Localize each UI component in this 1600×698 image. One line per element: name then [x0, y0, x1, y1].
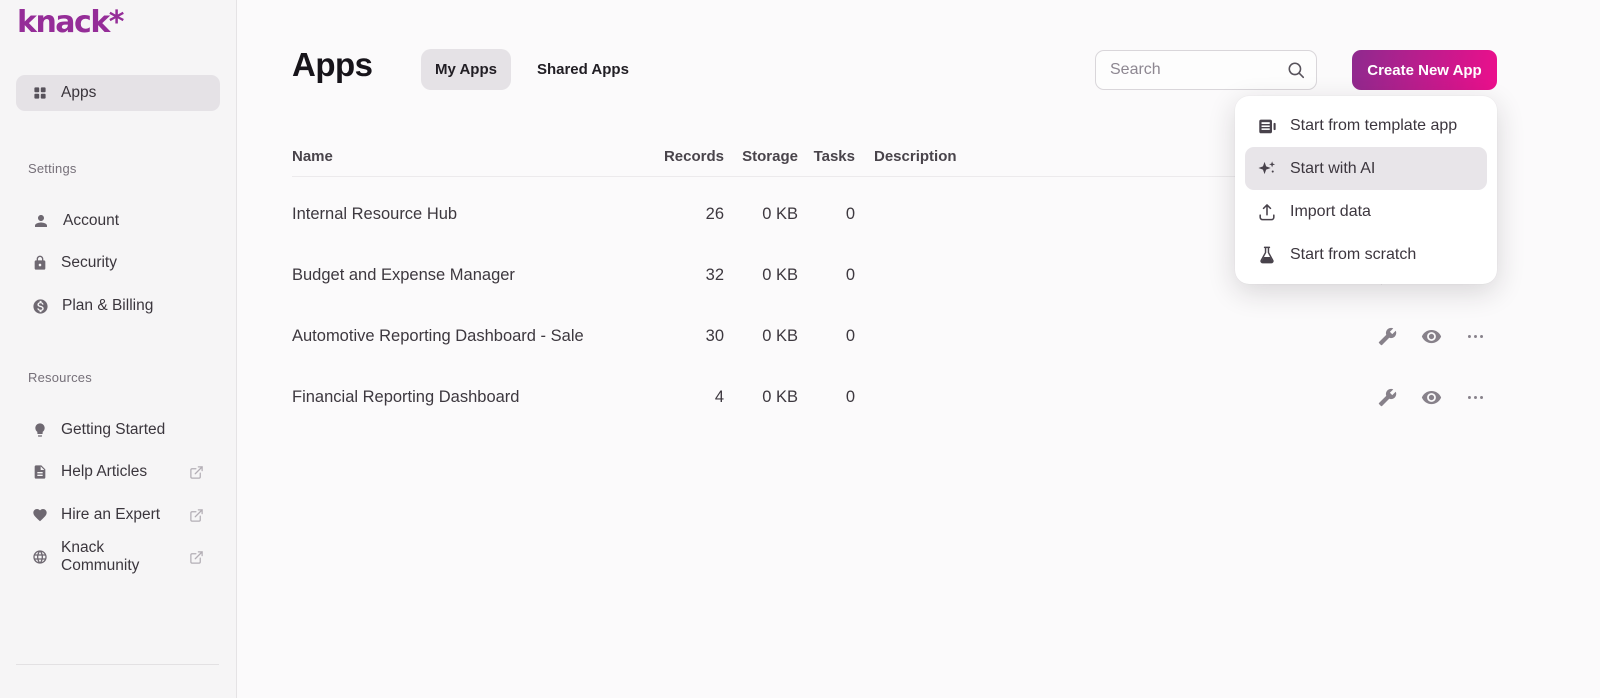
column-header-name: Name: [292, 148, 642, 165]
more-actions-button[interactable]: [1466, 388, 1485, 407]
create-app-menu: Start from template app Start with AI Im…: [1235, 96, 1497, 284]
sidebar-item-plan-billing[interactable]: Plan & Billing: [16, 290, 220, 322]
tab-label: Shared Apps: [537, 61, 629, 78]
sidebar-item-knack-community[interactable]: Knack Community: [16, 541, 220, 573]
lightbulb-icon: [32, 422, 48, 438]
menu-item-label: Import data: [1290, 203, 1371, 221]
search-input[interactable]: [1095, 50, 1317, 90]
menu-item-label: Start with AI: [1290, 160, 1375, 178]
ellipsis-icon: [1466, 327, 1485, 346]
sidebar-item-security[interactable]: Security: [16, 247, 220, 279]
sidebar-item-label: Account: [63, 212, 119, 230]
person-icon: [32, 212, 50, 230]
wrench-icon: [1378, 388, 1397, 407]
sidebar-item-label: Help Articles: [61, 463, 147, 481]
external-link-icon: [189, 465, 204, 480]
menu-item-start-with-ai[interactable]: Start with AI: [1245, 147, 1487, 190]
menu-item-label: Start from template app: [1290, 117, 1457, 135]
app-storage: 0 KB: [724, 327, 798, 346]
eye-icon: [1421, 326, 1442, 347]
app-name[interactable]: Internal Resource Hub: [292, 205, 642, 224]
sidebar-divider: [16, 664, 219, 665]
app-storage: 0 KB: [724, 205, 798, 224]
external-link-icon: [189, 508, 204, 523]
table-row: Financial Reporting Dashboard 4 0 KB 0: [292, 367, 1497, 428]
column-header-tasks: Tasks: [798, 148, 855, 165]
sidebar-item-label: Apps: [61, 84, 96, 102]
app-name[interactable]: Automotive Reporting Dashboard - Sale: [292, 327, 642, 346]
edit-app-button[interactable]: [1378, 327, 1397, 346]
app-storage: 0 KB: [724, 266, 798, 285]
app-tasks: 0: [798, 388, 855, 407]
menu-item-start-from-scratch[interactable]: Start from scratch: [1245, 233, 1487, 276]
search: [1095, 50, 1317, 90]
dollar-circle-icon: [32, 298, 49, 315]
sidebar-item-label: Plan & Billing: [62, 297, 153, 315]
sidebar-item-apps[interactable]: Apps: [16, 75, 220, 111]
settings-section-label: Settings: [28, 161, 77, 176]
sidebar-item-label: Getting Started: [61, 421, 165, 439]
row-actions: [1367, 326, 1497, 347]
edit-app-button[interactable]: [1378, 388, 1397, 407]
app-tasks: 0: [798, 205, 855, 224]
wrench-icon: [1378, 327, 1397, 346]
resources-section-label: Resources: [28, 370, 92, 385]
table-row: Automotive Reporting Dashboard - Sale 30…: [292, 306, 1497, 367]
ellipsis-icon: [1466, 388, 1485, 407]
tab-label: My Apps: [435, 61, 497, 78]
apps-grid-icon: [32, 85, 48, 101]
sidebar: knack* Apps Settings Account Security Pl…: [0, 0, 237, 698]
sidebar-item-getting-started[interactable]: Getting Started: [16, 414, 220, 446]
more-actions-button[interactable]: [1466, 327, 1485, 346]
template-app-icon: [1257, 116, 1277, 136]
knack-logo[interactable]: knack*: [17, 5, 123, 40]
lock-icon: [32, 255, 48, 271]
sidebar-item-account[interactable]: Account: [16, 205, 220, 237]
globe-icon: [32, 549, 48, 565]
external-link-icon: [189, 550, 204, 565]
tab-shared-apps[interactable]: Shared Apps: [533, 49, 633, 90]
column-header-storage: Storage: [724, 148, 798, 165]
view-app-button[interactable]: [1421, 326, 1442, 347]
sidebar-item-help-articles[interactable]: Help Articles: [16, 456, 220, 488]
app-name[interactable]: Financial Reporting Dashboard: [292, 388, 642, 407]
tab-my-apps[interactable]: My Apps: [421, 49, 511, 90]
sidebar-item-label: Knack Community: [61, 539, 176, 575]
view-app-button[interactable]: [1421, 387, 1442, 408]
sidebar-item-label: Security: [61, 254, 117, 272]
flask-icon: [1257, 245, 1277, 265]
app-name[interactable]: Budget and Expense Manager: [292, 266, 642, 285]
menu-item-import-data[interactable]: Import data: [1245, 190, 1487, 233]
column-header-records: Records: [642, 148, 724, 165]
upload-icon: [1257, 202, 1277, 222]
eye-icon: [1421, 387, 1442, 408]
sidebar-item-label: Hire an Expert: [61, 506, 160, 524]
app-records: 4: [642, 388, 724, 407]
app-records: 30: [642, 327, 724, 346]
sidebar-item-hire-an-expert[interactable]: Hire an Expert: [16, 499, 220, 531]
sparkles-icon: [1257, 159, 1277, 179]
menu-item-start-from-template[interactable]: Start from template app: [1245, 104, 1487, 147]
row-actions: [1367, 387, 1497, 408]
page-title: Apps: [292, 46, 373, 84]
app-records: 32: [642, 266, 724, 285]
tabs: My Apps Shared Apps: [421, 49, 633, 90]
document-icon: [32, 464, 48, 480]
app-records: 26: [642, 205, 724, 224]
menu-item-label: Start from scratch: [1290, 246, 1416, 264]
heart-icon: [32, 507, 48, 523]
app-tasks: 0: [798, 327, 855, 346]
app-storage: 0 KB: [724, 388, 798, 407]
create-new-app-button[interactable]: Create New App: [1352, 50, 1497, 90]
app-tasks: 0: [798, 266, 855, 285]
